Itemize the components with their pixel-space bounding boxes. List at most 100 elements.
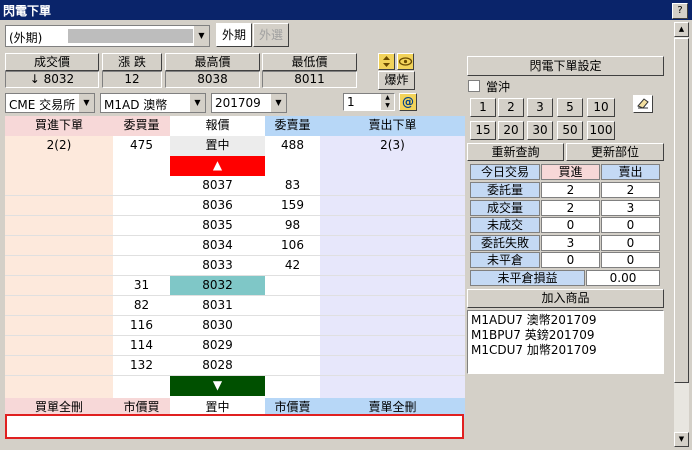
scroll-up-icon[interactable]: ▲ [674,22,689,37]
stat-buy-value: 2 [541,182,600,198]
buy-order-cell[interactable] [5,316,113,336]
price-cell[interactable]: 8036 [170,196,265,216]
stepper-down-icon[interactable]: ▼ [381,102,394,110]
flash-order-settings-button[interactable]: 閃電下單設定 [467,56,664,76]
sell-order-cell[interactable] [320,176,465,196]
requery-button[interactable]: 重新查詢 [467,143,564,161]
stat-buy-value: 0 [541,217,600,234]
qty-button-20[interactable]: 20 [498,121,524,140]
sell-order-cell[interactable] [320,276,465,296]
tab-foreign-options[interactable]: 外選 [253,23,289,47]
qty-button-3[interactable]: 3 [527,98,553,117]
header-buy-order: 買進下單 [5,116,113,136]
qty-button-15[interactable]: 15 [470,121,496,140]
sell-order-cell[interactable] [320,216,465,236]
eye-icon[interactable] [397,53,414,70]
qty-button-1[interactable]: 1 [470,98,496,117]
scrollbar[interactable]: ▲ ▼ [674,22,689,447]
stat-buy-value: 0 [541,252,600,269]
scroll-thumb[interactable] [674,38,689,383]
chevron-down-icon[interactable]: ▼ [193,26,209,46]
update-position-button[interactable]: 更新部位 [566,143,664,161]
buy-order-cell[interactable] [5,276,113,296]
month-combo[interactable]: 201709 ▼ [211,93,287,113]
buy-order-cell[interactable] [5,356,113,376]
product-list-item[interactable]: M1ADU7 澳幣201709 [471,313,660,328]
qty-button-50[interactable]: 50 [557,121,583,140]
buy-order-cell[interactable] [5,256,113,276]
add-product-button[interactable]: 加入商品 [467,289,664,308]
bid-qty-cell [113,256,170,276]
stat-sell-value: 0 [601,217,660,234]
product-list-item[interactable]: M1BPU7 英鎊201709 [471,328,660,343]
quantity-stepper[interactable]: 1 ▲ ▼ [343,93,395,111]
header-high: 最高價 [165,53,260,71]
bid-qty-cell [113,216,170,236]
burst-button[interactable]: 爆炸 [378,71,415,90]
ask-qty-cell: 98 [265,216,320,236]
scroll-down-icon[interactable]: ▼ [674,432,689,447]
price-cell[interactable]: 8032 [170,276,265,296]
stat-label: 委託失敗 [470,234,540,251]
qty-button-10[interactable]: 10 [587,98,615,117]
header-last-price: 成交價 [5,53,99,71]
exchange-combo[interactable]: CME 交易所 ▼ [5,93,95,113]
buy-order-cell[interactable] [5,196,113,216]
buy-order-cell[interactable] [5,236,113,256]
stepper-up-icon[interactable]: ▲ [381,94,394,102]
header-ask-qty: 委賣量 [265,116,320,136]
ask-qty-cell: 159 [265,196,320,216]
sell-order-cell[interactable] [320,316,465,336]
qty-button-30[interactable]: 30 [527,121,553,140]
chevron-down-icon[interactable]: ▼ [189,94,205,112]
bid-qty-cell [113,196,170,216]
price-cell[interactable]: 8033 [170,256,265,276]
chevron-down-icon[interactable]: ▼ [270,94,286,112]
buy-order-cell[interactable] [5,176,113,196]
tab-foreign-futures[interactable]: 外期 [216,23,252,47]
bid-qty-cell: 132 [113,356,170,376]
qty-button-100[interactable]: 100 [587,121,615,140]
price-cell[interactable]: 8035 [170,216,265,236]
buy-order-cell[interactable] [5,296,113,316]
month-combo-value: 201709 [215,96,261,110]
sell-order-count[interactable]: 2(3) [320,136,465,156]
center-button[interactable]: 置中 [170,136,265,156]
qty-button-5[interactable]: 5 [557,98,583,117]
scroll-up-arrow-icon[interactable]: ▲ [170,156,265,176]
sell-order-cell[interactable] [320,296,465,316]
unrealized-pnl-label: 未平倉損益 [470,270,585,286]
scroll-down-arrow-icon[interactable]: ▼ [170,376,265,396]
at-icon[interactable]: @ [399,93,417,111]
ask-qty-cell: 106 [265,236,320,256]
qty-button-2[interactable]: 2 [498,98,524,117]
ask-qty-cell [265,316,320,336]
market-combo[interactable]: (外期) ▼ [5,25,210,47]
sell-order-cell[interactable] [320,356,465,376]
help-button[interactable]: ? [672,3,688,19]
product-combo[interactable]: M1AD 澳幣 ▼ [100,93,206,113]
eraser-icon[interactable] [633,95,653,113]
bid-qty-cell: 114 [113,336,170,356]
stats-header-sell: 賣出 [601,164,660,180]
price-cell[interactable]: 8034 [170,236,265,256]
ask-qty-cell [265,356,320,376]
unrealized-pnl-value: 0.00 [586,270,660,286]
sell-order-cell[interactable] [320,256,465,276]
scroll-updown-icon[interactable] [378,53,395,70]
sell-order-cell[interactable] [320,336,465,356]
price-cell[interactable]: 8029 [170,336,265,356]
price-cell[interactable]: 8030 [170,316,265,336]
price-cell[interactable]: 8028 [170,356,265,376]
product-list[interactable]: M1ADU7 澳幣201709 M1BPU7 英鎊201709 M1CDU7 加幣2… [467,310,664,374]
daytrade-checkbox[interactable] [468,80,480,92]
buy-order-cell[interactable] [5,216,113,236]
buy-order-cell[interactable] [5,336,113,356]
product-list-item[interactable]: M1CDU7 加幣201709 [471,343,660,358]
sell-order-cell[interactable] [320,236,465,256]
price-cell[interactable]: 8031 [170,296,265,316]
sell-order-cell[interactable] [320,196,465,216]
buy-order-count[interactable]: 2(2) [5,136,113,156]
price-cell[interactable]: 8037 [170,176,265,196]
chevron-down-icon[interactable]: ▼ [78,94,94,112]
